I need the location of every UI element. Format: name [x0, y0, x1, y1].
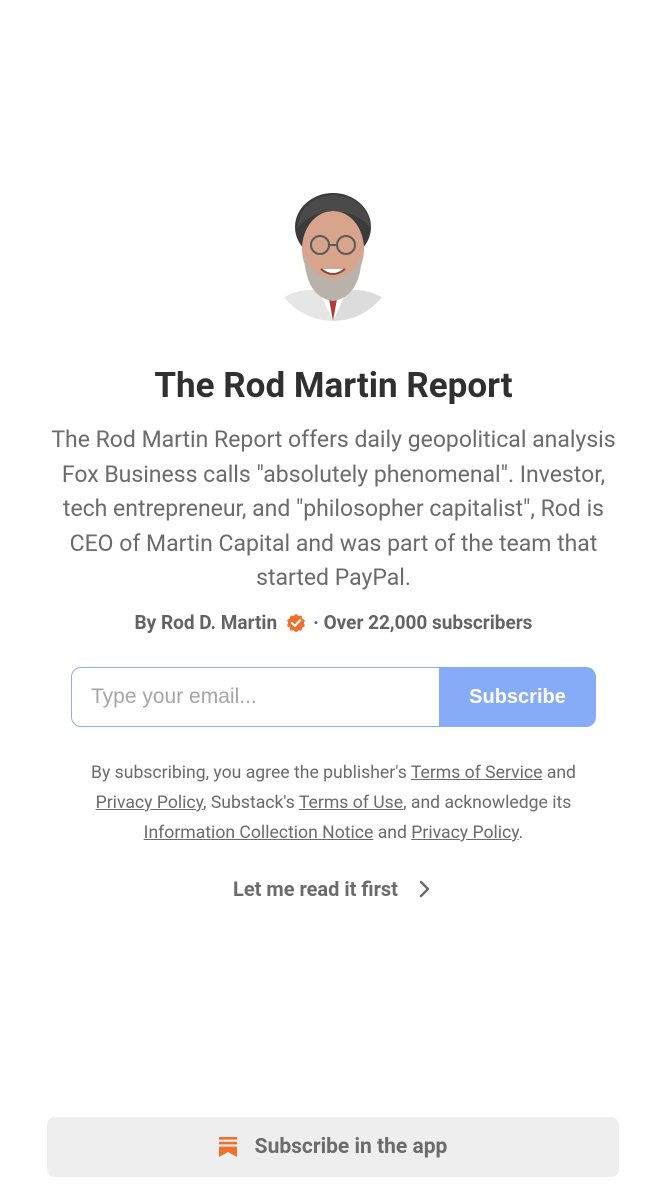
privacy-policy-link[interactable]: Privacy Policy [96, 793, 203, 813]
publication-title: The Rod Martin Report [154, 365, 513, 406]
substack-privacy-policy-link[interactable]: Privacy Policy [411, 823, 518, 843]
legal-text: and [373, 823, 412, 843]
legal-text: , and acknowledge its [403, 793, 572, 813]
verified-badge-icon [287, 613, 306, 633]
subscribe-in-app-label: Subscribe in the app [254, 1135, 448, 1159]
substack-icon [218, 1137, 237, 1157]
publication-description: The Rod Martin Report offers daily geopo… [51, 426, 616, 592]
subscribe-page: The Rod Martin Report The Rod Martin Rep… [0, 0, 667, 1200]
legal-notice: By subscribing, you agree the publisher'… [60, 758, 607, 848]
legal-text: . [518, 823, 524, 843]
legal-text: By subscribing, you agree the publisher'… [91, 763, 411, 783]
information-collection-notice-link[interactable]: Information Collection Notice [144, 823, 374, 843]
subscribe-form: Subscribe [71, 667, 596, 727]
read-first-label: Let me read it first [233, 877, 398, 901]
byline: By Rod D. Martin · Over 22,000 subscribe… [0, 608, 667, 638]
avatar-image [271, 187, 395, 321]
read-first-link[interactable]: Let me read it first [0, 874, 667, 904]
chevron-right-icon [419, 880, 430, 898]
legal-text: , Substack's [203, 793, 299, 813]
author-name[interactable]: By Rod D. Martin [135, 608, 278, 638]
subscribe-in-app-button[interactable]: Subscribe in the app [47, 1117, 619, 1177]
subscriber-count: · Over 22,000 subscribers [313, 611, 533, 634]
terms-of-service-link[interactable]: Terms of Service [411, 763, 543, 783]
legal-text: and [542, 763, 576, 783]
subscribe-button[interactable]: Subscribe [439, 667, 596, 727]
email-input[interactable] [71, 667, 439, 727]
author-avatar [271, 187, 395, 321]
terms-of-use-link[interactable]: Terms of Use [299, 793, 403, 813]
